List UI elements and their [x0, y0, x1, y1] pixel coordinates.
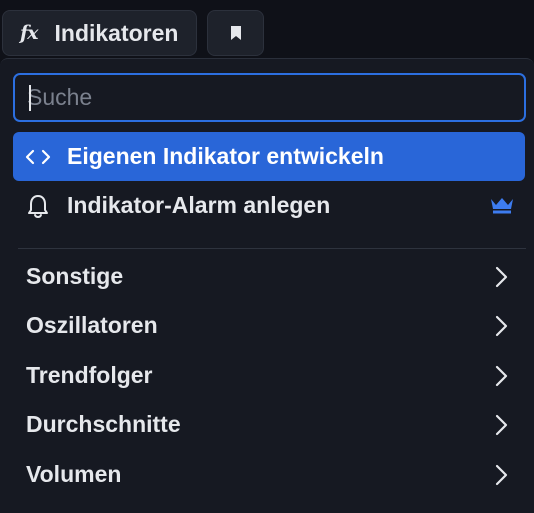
develop-indicator-item[interactable]: Eigenen Indikator entwickeln	[13, 132, 525, 181]
fx-icon: fx	[20, 22, 38, 44]
develop-indicator-label: Eigenen Indikator entwickeln	[67, 143, 384, 169]
indicators-button[interactable]: fx Indikatoren	[2, 10, 197, 56]
indicator-dropdown-panel: Eigenen Indikator entwickeln Indikator-A…	[0, 58, 534, 513]
chevron-right-icon	[495, 365, 508, 387]
chevron-right-icon	[495, 266, 508, 288]
chevron-right-icon	[495, 464, 508, 486]
search-field[interactable]	[13, 73, 526, 122]
category-item-sonstige[interactable]: Sonstige	[0, 252, 534, 301]
bell-icon	[23, 194, 53, 218]
bookmark-button[interactable]	[207, 10, 264, 56]
category-label: Oszillatoren	[26, 312, 158, 338]
category-item-trendfolger[interactable]: Trendfolger	[0, 351, 534, 400]
category-label: Sonstige	[26, 263, 124, 289]
indicator-alarm-item[interactable]: Indikator-Alarm anlegen	[13, 181, 525, 230]
search-input[interactable]	[15, 75, 524, 120]
category-item-oszillatoren[interactable]: Oszillatoren	[0, 301, 534, 350]
indicator-alarm-label: Indikator-Alarm anlegen	[67, 192, 331, 218]
toolbar: fx Indikatoren	[0, 0, 534, 62]
indicator-menu-screen: fx Indikatoren Eigenen Indikator entwick…	[0, 0, 534, 513]
category-label: Volumen	[26, 461, 122, 487]
code-icon	[23, 148, 53, 166]
indicators-label: Indikatoren	[54, 19, 179, 46]
category-label: Durchschnitte	[26, 411, 181, 437]
category-item-volumen[interactable]: Volumen	[0, 450, 534, 499]
menu-divider	[18, 248, 526, 249]
category-item-durchschnitte[interactable]: Durchschnitte	[0, 400, 534, 449]
chevron-right-icon	[495, 414, 508, 436]
chevron-right-icon	[495, 315, 508, 337]
text-caret	[29, 85, 31, 111]
crown-icon	[489, 194, 515, 221]
bookmark-icon	[230, 26, 241, 40]
category-label: Trendfolger	[26, 362, 153, 388]
